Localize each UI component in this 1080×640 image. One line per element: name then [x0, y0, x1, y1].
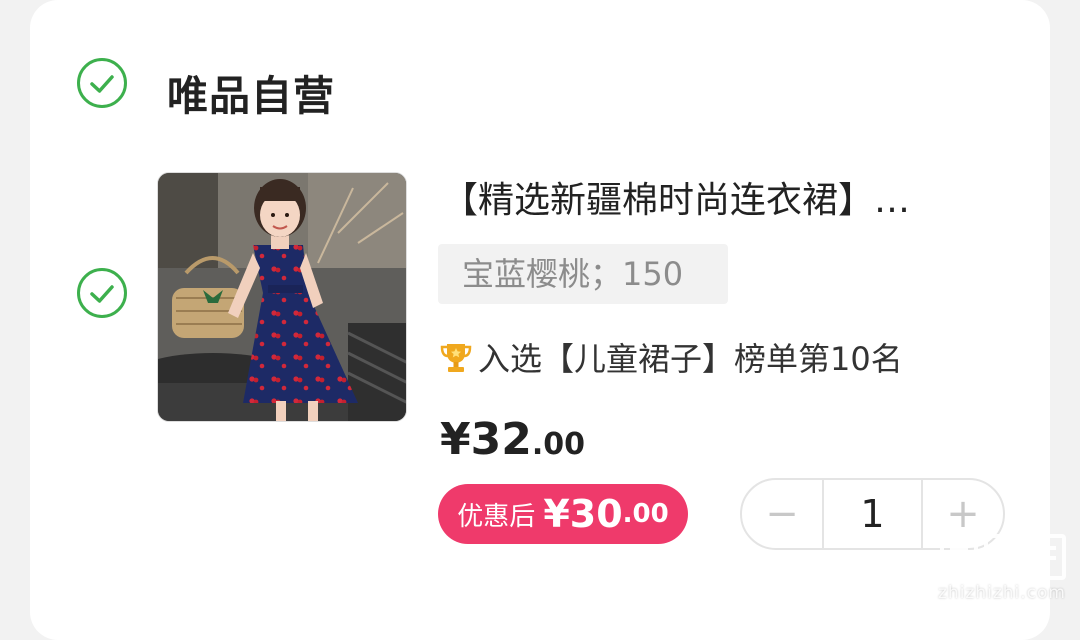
- product-image[interactable]: [157, 172, 407, 422]
- quantity-input[interactable]: 1: [822, 480, 923, 548]
- decrease-quantity-button[interactable]: −: [742, 480, 822, 548]
- ranking-badge[interactable]: 入选【儿童裙子】榜单第10名: [438, 335, 903, 379]
- ranking-text: 入选【儿童裙子】榜单第10名: [478, 340, 903, 378]
- price: ¥32.00: [440, 414, 585, 465]
- product-photo: [158, 173, 406, 421]
- price-decimal: .00: [531, 427, 586, 462]
- watermark-text: zhizhizhi.com: [938, 583, 1066, 603]
- promo-price-integer: ¥30: [543, 492, 623, 536]
- price-integer: ¥32: [440, 414, 532, 465]
- minus-icon: −: [765, 491, 799, 537]
- item-select-checkbox[interactable]: [77, 268, 127, 318]
- promo-label: 优惠后: [457, 501, 536, 532]
- sku-selector[interactable]: 宝蓝樱桃；150: [438, 244, 728, 304]
- check-icon: [90, 285, 114, 303]
- shop-name[interactable]: 唯品自营: [167, 62, 335, 122]
- promo-price-badge: 优惠后 ¥30.00: [438, 484, 688, 544]
- check-icon: [90, 75, 114, 93]
- product-title[interactable]: 【精选新疆棉时尚连衣裙】…: [442, 171, 1002, 223]
- trophy-icon: [440, 344, 472, 372]
- shop-select-checkbox[interactable]: [77, 58, 127, 108]
- promo-price-decimal: .00: [622, 499, 669, 529]
